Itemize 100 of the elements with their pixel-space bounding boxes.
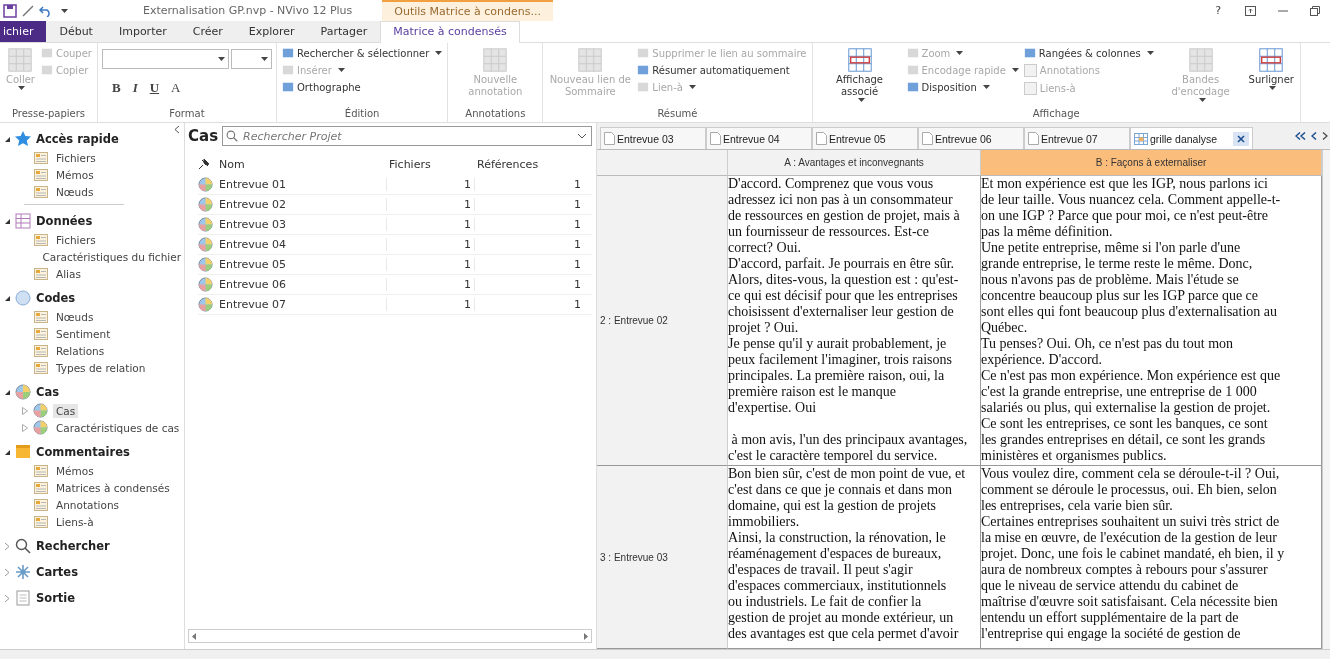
size-field[interactable] — [231, 49, 272, 69]
format-button[interactable]: I — [130, 80, 140, 96]
document-tab[interactable]: Entrevue 06 — [918, 127, 1024, 149]
pin-icon[interactable] — [198, 158, 210, 170]
ribbon-button[interactable]: Rangées & colonnes — [1022, 45, 1155, 61]
expanded-icon[interactable] — [4, 449, 10, 455]
undo-icon[interactable] — [39, 4, 53, 17]
document-tab[interactable]: Entrevue 05 — [812, 127, 918, 149]
section-title[interactable]: Cartes — [36, 565, 78, 579]
column-header[interactable]: Fichiers — [386, 157, 474, 171]
pie-icon — [33, 403, 48, 418]
column-header[interactable]: Nom — [216, 157, 386, 171]
save-icon[interactable] — [3, 3, 17, 18]
expanded-icon[interactable] — [4, 136, 10, 142]
left-arrow-icon[interactable] — [192, 632, 196, 640]
sidebar-item[interactable]: Nœuds — [53, 309, 97, 324]
chevron-icon[interactable] — [577, 133, 587, 139]
menu-tab[interactable]: Partager — [307, 21, 381, 42]
square-icon — [637, 81, 650, 93]
section-title[interactable]: Accès rapide — [36, 132, 119, 146]
column-header[interactable]: A : Avantages et inconvegnants — [728, 150, 981, 176]
search-field[interactable]: Rechercher Projet — [222, 126, 592, 146]
section-title[interactable]: Commentaires — [36, 445, 130, 459]
section-title[interactable]: Cas — [36, 385, 60, 399]
format-button[interactable]: A — [169, 80, 183, 96]
list-icon — [34, 326, 48, 341]
sidebar-item[interactable]: Annotations — [53, 497, 123, 512]
ribbon-button[interactable]: Affichage associé — [816, 45, 903, 103]
collapsed-icon[interactable] — [4, 542, 10, 550]
sidebar-item[interactable]: Fichiers — [53, 232, 99, 247]
text-line: c'est la grande entreprise, une entreprise de 1 000 — [981, 384, 1258, 400]
pencil-icon[interactable] — [22, 4, 34, 17]
right-arrow-icon[interactable] — [584, 632, 588, 640]
menu-tab[interactable]: Créer — [179, 21, 236, 42]
menu-tab[interactable]: Matrice à condensés — [380, 21, 520, 43]
sidebar-item[interactable]: Mémos — [53, 463, 97, 478]
text-line: on une IGP ? Parce que pour moi, ce n'est peut-être — [981, 208, 1269, 224]
next-icon[interactable] — [1322, 132, 1328, 140]
sidebar-item[interactable]: Liens-à — [53, 514, 97, 529]
restore-icon[interactable] — [1310, 5, 1320, 16]
collapse-icon[interactable] — [174, 125, 180, 134]
ribbon-button[interactable]: Disposition — [905, 79, 1020, 95]
sidebar-item[interactable]: Fichiers — [53, 150, 99, 165]
first-icon[interactable] — [1295, 132, 1306, 140]
sidebar-item[interactable]: Nœuds — [53, 184, 97, 199]
sidebar-item[interactable]: Mémos — [53, 167, 97, 182]
menu-tab[interactable]: Début — [46, 21, 106, 42]
section-title[interactable]: Codes — [36, 291, 76, 305]
document-tab[interactable]: Entrevue 07 — [1024, 127, 1130, 149]
ribbon-button[interactable]: Rechercher & sélectionner — [281, 45, 444, 61]
section-title[interactable]: Rechercher — [36, 539, 110, 553]
expanded-icon[interactable] — [4, 218, 10, 224]
pie-icon — [198, 217, 213, 232]
ribbon-display-icon[interactable] — [1245, 5, 1256, 16]
column-header[interactable]: Références — [474, 157, 584, 171]
menu-tab[interactable]: ichier — [0, 21, 47, 42]
format-button[interactable]: B — [110, 80, 123, 96]
column-header[interactable]: B : Façons à externaliser — [981, 150, 1322, 176]
sidebar-item[interactable]: Caractéristiques de cas — [53, 420, 183, 435]
section-title[interactable]: Sortie — [36, 591, 76, 605]
document-tab[interactable]: Entrevue 04 — [706, 127, 812, 149]
collapsed-icon[interactable] — [4, 594, 10, 602]
previous-icon[interactable] — [1311, 132, 1317, 140]
text-line: adressez ici non pas à un consommateur — [728, 192, 954, 208]
row-header[interactable]: 3 : Entrevue 03 — [600, 551, 668, 563]
sidebar-item[interactable]: Matrices à condensés — [53, 480, 173, 495]
ribbon-button[interactable]: Résumer automatiquement — [636, 62, 808, 78]
expanded-icon[interactable] — [4, 389, 10, 395]
sidebar-item[interactable]: Cas — [53, 403, 79, 418]
document-tab[interactable]: Entrevue 03 — [600, 127, 706, 149]
format-button[interactable]: U — [147, 80, 162, 96]
ribbon-button[interactable]: Orthographe — [281, 79, 444, 95]
document-icon — [710, 132, 721, 145]
text-line: Une petite entreprise, même si l'on parle d'une — [981, 240, 1242, 256]
text-line: les grandes entreprises en détail, ce sont les grands — [981, 432, 1267, 448]
sidebar-item[interactable]: Types de relation — [53, 360, 149, 375]
expanded-icon[interactable] — [4, 295, 10, 301]
text-line: première raison est le manque — [728, 384, 897, 400]
collapsed-icon[interactable] — [4, 568, 10, 576]
list-icon — [34, 463, 48, 478]
font-field[interactable] — [102, 49, 229, 69]
menu-tab[interactable]: Importer — [105, 21, 180, 42]
close-icon[interactable] — [1233, 131, 1249, 146]
text-line: Ce n'est pas mon expérience. Mon expérience est que — [981, 368, 1282, 384]
table-cell: 1 — [386, 218, 474, 231]
ribbon-button[interactable]: Surligner — [1246, 45, 1296, 91]
table-cell: 1 — [474, 298, 584, 311]
row-header[interactable]: 2 : Entrevue 02 — [600, 315, 668, 326]
text-line: grande entreprise, le terme reste le même. Donc, — [981, 256, 1254, 272]
square-icon — [40, 64, 53, 76]
sidebar-item[interactable]: Sentiment — [53, 326, 114, 341]
section-title[interactable]: Données — [36, 214, 93, 228]
text-line: Je pense qu'il y aurait probablement, je — [728, 336, 948, 352]
list-icon — [34, 497, 48, 512]
sidebar-item[interactable]: Relations — [53, 343, 108, 358]
help-button[interactable]: ? — [1213, 4, 1223, 17]
sidebar-item[interactable]: Caractéristiques du fichier — [39, 249, 184, 264]
document-tab[interactable]: grille danalyse — [1130, 127, 1253, 149]
sidebar-item[interactable]: Alias — [53, 266, 84, 281]
menu-tab[interactable]: Explorer — [235, 21, 308, 42]
